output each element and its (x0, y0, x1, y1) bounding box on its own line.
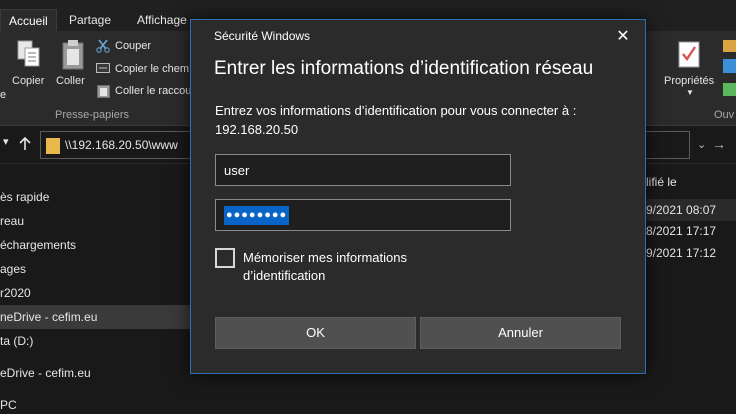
up-arrow-icon[interactable] (19, 137, 31, 151)
remember-checkbox[interactable] (215, 248, 235, 268)
network-folder-icon (46, 138, 60, 154)
recent-locations-icon[interactable]: ▾ (3, 135, 9, 148)
paste-shortcut-button[interactable]: Coller le raccou (115, 85, 191, 97)
clipboard-group-label: Presse-papiers (55, 109, 129, 121)
nav-item-this-pc[interactable]: PC (0, 393, 262, 414)
tab-affichage[interactable]: Affichage (137, 9, 187, 31)
properties-dropdown-icon[interactable]: ▼ (686, 88, 694, 97)
open-group-label: Ouv (714, 109, 735, 121)
ok-button[interactable]: OK (215, 317, 416, 349)
address-dropdown-icon[interactable]: ⌄ (697, 138, 706, 151)
copy-button[interactable]: Copier (12, 75, 44, 87)
open-group-icons (723, 40, 736, 96)
cancel-button[interactable]: Annuler (420, 317, 621, 349)
cut-button[interactable]: Couper (115, 40, 151, 52)
paste-button[interactable]: Coller (56, 75, 85, 87)
column-header-modified[interactable]: lifié le (646, 175, 677, 189)
copy-path-button[interactable]: Copier le chem (115, 63, 189, 75)
file-date: 9/2021 17:12 (646, 246, 717, 260)
file-date: 9/2021 08:07 (646, 203, 717, 217)
password-field[interactable]: ●●●●●●●● (215, 199, 511, 231)
password-value: ●●●●●●●● (224, 206, 290, 225)
paste-icon[interactable] (60, 39, 86, 71)
paste-shortcut-icon[interactable] (97, 84, 110, 98)
dialog-message: Entrez vos informations d’identification… (215, 103, 577, 137)
remember-label[interactable]: Mémoriser mes informations d’identificat… (243, 249, 473, 285)
nav-item-onedrive-selected[interactable]: neDrive - cefim.eu (0, 305, 190, 329)
dialog-caption: Sécurité Windows (214, 29, 311, 43)
tab-partage[interactable]: Partage (69, 9, 111, 31)
copy-icon[interactable] (16, 39, 42, 69)
close-icon[interactable]: ✕ (609, 26, 637, 48)
copy-path-icon[interactable] (96, 62, 110, 74)
file-date: 8/2021 17:17 (646, 224, 717, 238)
properties-button[interactable]: Propriétés (664, 75, 714, 87)
ribbon-edge-left-label: e (0, 89, 7, 101)
refresh-arrow-icon[interactable]: → (712, 136, 726, 152)
dialog-title: Entrer les informations d’identification… (214, 58, 594, 79)
credential-dialog: Sécurité Windows ✕ Entrer les informatio… (190, 19, 646, 374)
username-field[interactable]: user (215, 154, 511, 186)
username-value: user (224, 163, 250, 178)
tab-accueil[interactable]: Accueil (0, 9, 57, 31)
properties-icon[interactable] (676, 39, 702, 69)
address-path: \\192.168.20.50\www (65, 138, 178, 152)
scissors-icon[interactable] (96, 39, 110, 53)
